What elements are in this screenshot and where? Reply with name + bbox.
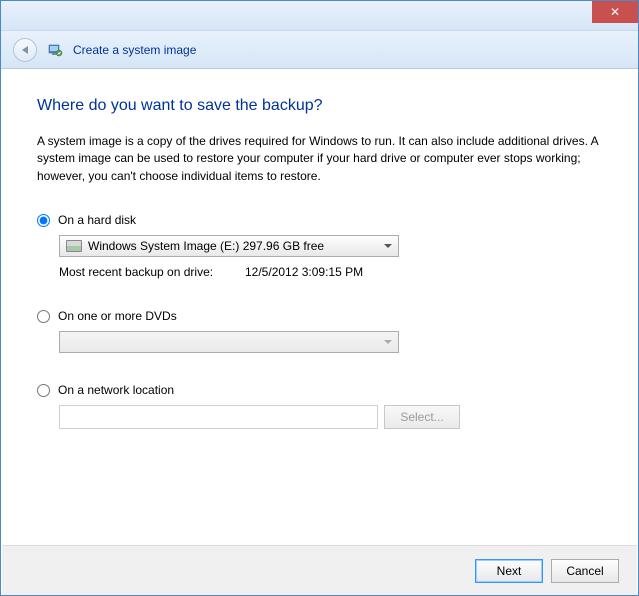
page-heading: Where do you want to save the backup?	[37, 97, 602, 115]
cancel-button[interactable]: Cancel	[551, 559, 619, 583]
description-text: A system image is a copy of the drives r…	[37, 133, 602, 185]
chevron-down-icon	[384, 340, 392, 344]
header: Create a system image	[1, 31, 638, 69]
back-button[interactable]	[13, 38, 37, 62]
last-backup-value: 12/5/2012 3:09:15 PM	[245, 265, 363, 279]
radio-hard-disk[interactable]	[37, 214, 50, 227]
network-path-input[interactable]	[59, 405, 378, 429]
drive-select-value: Windows System Image (E:) 297.96 GB free	[88, 239, 324, 253]
back-arrow-icon	[22, 46, 28, 54]
dvd-select[interactable]	[59, 331, 399, 353]
next-button[interactable]: Next	[475, 559, 543, 583]
option-dvd: On one or more DVDs	[37, 309, 602, 353]
radio-network[interactable]	[37, 384, 50, 397]
last-backup-label: Most recent backup on drive:	[59, 265, 245, 279]
window-title: Create a system image	[73, 43, 196, 57]
radio-dvd[interactable]	[37, 310, 50, 323]
footer: Next Cancel	[2, 545, 637, 595]
select-network-button[interactable]: Select...	[384, 405, 460, 429]
close-button[interactable]: ✕	[592, 1, 638, 23]
drive-select[interactable]: Windows System Image (E:) 297.96 GB free	[59, 235, 399, 257]
option-network: On a network location Select...	[37, 383, 602, 429]
drive-icon	[66, 240, 82, 252]
radio-hard-disk-label: On a hard disk	[58, 213, 136, 227]
radio-dvd-label: On one or more DVDs	[58, 309, 177, 323]
close-icon: ✕	[610, 5, 620, 19]
wizard-window: ✕ Create a system image Where do you wan…	[0, 0, 639, 596]
radio-network-label: On a network location	[58, 383, 174, 397]
option-hard-disk: On a hard disk Windows System Image (E:)…	[37, 213, 602, 279]
titlebar: ✕	[1, 1, 638, 31]
system-image-icon	[47, 42, 63, 58]
content-area: Where do you want to save the backup? A …	[1, 69, 638, 543]
chevron-down-icon	[384, 244, 392, 248]
